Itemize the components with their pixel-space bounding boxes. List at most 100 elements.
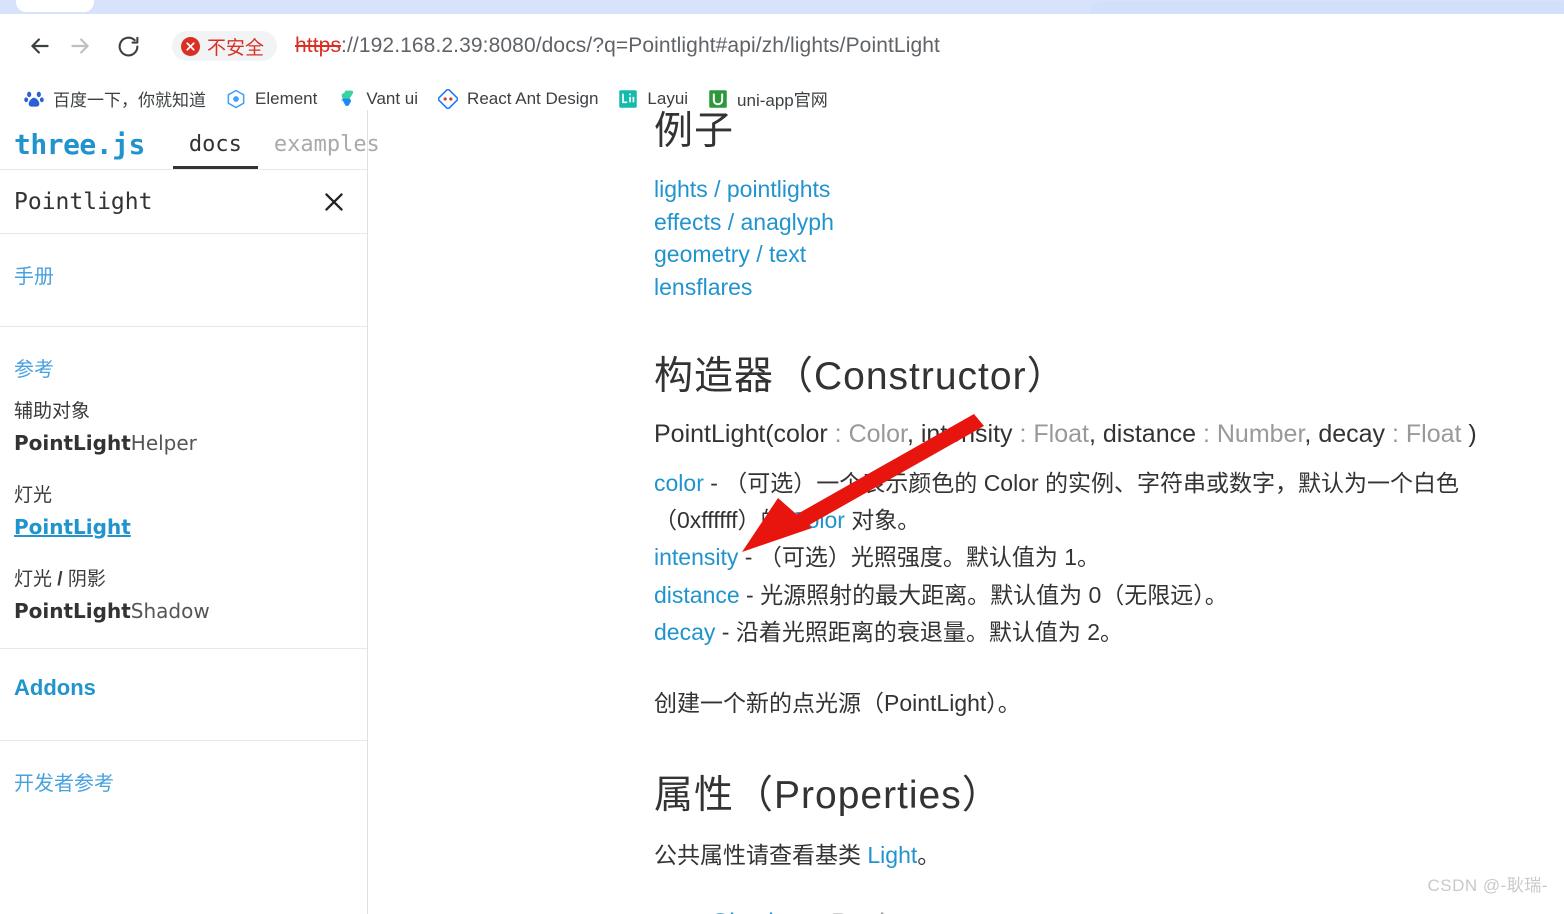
example-link-lensflares[interactable]: lensflares (654, 271, 1534, 304)
sidebar-section-title[interactable]: 手册 (14, 260, 349, 289)
param-name-intensity[interactable]: intensity (654, 544, 738, 570)
threejs-logo[interactable]: three.js (14, 131, 145, 169)
close-icon[interactable] (319, 187, 349, 217)
tab-strip-bg (0, 0, 1090, 14)
url-text[interactable]: https://192.168.2.39:8080/docs/?q=Pointl… (295, 34, 940, 58)
property-sep: : (809, 908, 832, 914)
sep6: : (1385, 420, 1406, 449)
sidebar-item-pointlight[interactable]: PointLight (14, 513, 349, 542)
sidebar-group-lights: 灯光 PointLight (14, 480, 349, 542)
sidebar-section-title[interactable]: Addons (14, 675, 349, 701)
item-rest-part: Helper (130, 431, 197, 455)
item-bold-part: PointLight (14, 599, 131, 623)
link-light[interactable]: Light (867, 842, 917, 868)
sep2: : (1012, 420, 1034, 449)
url-scheme: https (295, 34, 342, 57)
tab-docs[interactable]: docs (172, 134, 258, 169)
sidebar-item-pointlightshadow[interactable]: PointLightShadow (14, 597, 349, 626)
sig-close: ) (1461, 420, 1477, 449)
param-name-decay[interactable]: decay (654, 619, 715, 645)
sidebar-header: three.js docs examples (0, 110, 380, 170)
page-viewport: three.js docs examples 手册 参考 (0, 110, 1564, 914)
type-float: Float (1033, 420, 1089, 449)
bookmark-vant-ui[interactable]: Vant ui (327, 86, 428, 112)
element-ui-icon (227, 89, 245, 108)
vant-icon (341, 90, 354, 106)
content-inner: 例子 lights / pointlights effects / anagly… (368, 110, 1564, 914)
param-row-intensity: intensity - （可选）光照强度。默认值为 1。 (654, 539, 1534, 576)
signature-name: PointLight( (654, 420, 774, 449)
sidebar-group-helpers: 辅助对象 PointLightHelper (14, 396, 349, 458)
sidebar-nav: 手册 参考 辅助对象 PointLightHelper 灯光 PointLigh… (0, 234, 367, 832)
param-row-distance: distance - 光源照射的最大距离。默认值为 0（无限远）。 (654, 577, 1534, 614)
bookmark-label: Element (255, 88, 318, 108)
bookmark-label: React Ant Design (467, 88, 599, 108)
example-link-lights-pointlights[interactable]: lights / pointlights (654, 173, 1534, 206)
properties-intro-after: 。 (917, 841, 941, 868)
active-browser-tab[interactable] (16, 0, 94, 12)
type-float2: Float (1405, 420, 1462, 449)
example-link-geometry-text[interactable]: geometry / text (654, 238, 1534, 271)
reload-button-icon[interactable] (108, 26, 148, 66)
sidebar-section-manual: 手册 (0, 234, 367, 326)
param-distance: distance (1102, 420, 1197, 449)
sidebar-group-lights-shadows: 灯光 / 阴影 PointLightShadow (14, 564, 349, 626)
docs-sidebar: three.js docs examples 手册 参考 (0, 110, 380, 914)
back-button-icon[interactable] (20, 26, 60, 66)
property-castshadow-signature: .castShadow : Boolean (654, 908, 1534, 914)
bookmark-label: uni-app官网 (737, 91, 828, 110)
constructor-params-list: color - （可选）一个表示颜色的 Color 的实例、字符串或数字，默认为… (654, 465, 1534, 651)
param-desc-color-after: 对象。 (844, 507, 921, 534)
bookmark-layui[interactable]: Layui (608, 86, 698, 112)
constructor-signature: PointLight(color : Color, intensity : Fl… (654, 418, 1534, 451)
param-color-type: : (827, 420, 849, 449)
inactive-browser-tab[interactable] (1090, 1, 1564, 14)
param-row-color: color - （可选）一个表示颜色的 Color 的实例、字符串或数字，默认为… (654, 465, 1534, 540)
forward-button-icon[interactable] (60, 26, 100, 66)
sidebar-group-label: 灯光 / 阴影 (14, 569, 106, 590)
csdn-watermark: CSDN @-耿瑞- (1427, 876, 1548, 895)
security-status-badge[interactable]: 不安全 (172, 31, 278, 61)
browser-window: 不安全 https://192.168.2.39:8080/docs/?q=Po… (0, 0, 1564, 914)
type-number: Number (1216, 420, 1305, 449)
baidu-icon (24, 91, 44, 107)
sidebar-section-title[interactable]: 开发者参考 (14, 767, 349, 796)
property-name[interactable]: .castShadow (654, 908, 809, 914)
param-desc-decay: - 沿着光照距离的衰退量。默认值为 2。 (715, 618, 1123, 645)
param-row-decay: decay - 沿着光照距离的衰退量。默认值为 2。 (654, 614, 1534, 651)
sep: , (906, 420, 921, 449)
param-color: color (773, 420, 828, 449)
sidebar-item-pointlighthelper[interactable]: PointLightHelper (14, 429, 349, 458)
param-desc-intensity: - （可选）光照强度。默认值为 1。 (738, 544, 1100, 571)
sep5: , (1304, 420, 1319, 449)
type-color: Color (848, 420, 907, 449)
bookmark-react-ant-design[interactable]: React Ant Design (428, 86, 608, 112)
param-name-distance[interactable]: distance (654, 582, 740, 608)
sidebar-section-title[interactable]: 参考 (14, 353, 349, 382)
bookmark-label: 百度一下，你就知道 (53, 91, 206, 110)
param-intensity: intensity (920, 420, 1013, 449)
search-input[interactable] (14, 188, 319, 215)
param-decay: decay (1318, 420, 1386, 449)
constructor-note: 创建一个新的点光源（PointLight）。 (654, 690, 1021, 717)
sidebar-group-label: 灯光 (14, 485, 53, 506)
security-status-label: 不安全 (207, 37, 265, 59)
uniapp-icon (709, 89, 727, 108)
sidebar-search-row (0, 170, 367, 234)
example-link-effects-anaglyph[interactable]: effects / anaglyph (654, 206, 1534, 239)
docs-content: 例子 lights / pointlights effects / anagly… (368, 110, 1564, 914)
bookmark-label: Vant ui (366, 88, 419, 108)
examples-heading: 例子 (654, 110, 735, 153)
address-bar[interactable]: 不安全 https://192.168.2.39:8080/docs/?q=Po… (166, 25, 1550, 67)
sidebar-section-addons: Addons (0, 648, 367, 740)
bookmark-element[interactable]: Element (216, 86, 327, 112)
param-name-color[interactable]: color (654, 470, 704, 496)
sep3: , (1089, 420, 1103, 449)
constructor-heading: 构造器（Constructor） (654, 355, 1067, 399)
item-bold-part: PointLight (14, 431, 131, 455)
not-secure-icon (181, 36, 200, 56)
sidebar-section-developer-reference: 开发者参考 (0, 740, 367, 832)
properties-heading: 属性（Properties） (654, 773, 1002, 817)
link-color[interactable]: Color (790, 507, 845, 533)
sidebar-section-reference: 参考 辅助对象 PointLightHelper 灯光 PointLight 灯… (0, 326, 367, 648)
